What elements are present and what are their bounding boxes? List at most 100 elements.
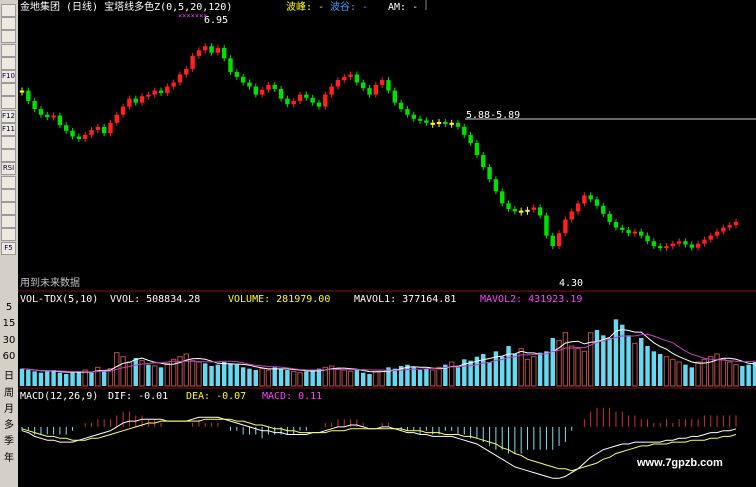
volume-bar — [411, 367, 416, 386]
candle-body — [221, 47, 227, 59]
candle-body — [253, 86, 258, 95]
volume-bar — [285, 370, 290, 386]
period-2[interactable]: 30 — [1, 335, 17, 346]
candle-body — [19, 90, 25, 93]
volume-bar — [64, 374, 69, 386]
period-7[interactable]: 多 — [1, 416, 17, 431]
candle-body — [127, 98, 132, 107]
refresh-icon[interactable] — [1, 202, 16, 215]
candle-body — [443, 121, 448, 124]
candle-body — [569, 211, 574, 220]
candle-body — [392, 90, 398, 103]
volume-bar — [76, 371, 82, 386]
candle-body — [607, 213, 612, 222]
period-4[interactable]: 日 — [1, 367, 17, 382]
candle-body — [645, 235, 650, 242]
volume-bar — [657, 354, 663, 386]
candle-body — [304, 94, 309, 98]
candle-body — [259, 89, 265, 95]
indicator-icon[interactable] — [1, 149, 16, 163]
period-3[interactable]: 60 — [1, 351, 17, 362]
candle-body — [695, 243, 701, 248]
period-1[interactable]: 15 — [1, 318, 17, 329]
volume-bar — [639, 338, 644, 386]
pencil-icon[interactable] — [1, 215, 16, 229]
ma-icon[interactable] — [1, 83, 16, 97]
candle-body — [721, 227, 726, 232]
navigate-icon[interactable] — [1, 188, 16, 202]
candle-body — [45, 114, 50, 118]
volume-bar — [481, 354, 486, 386]
period-9[interactable]: 年 — [1, 449, 17, 464]
volume-bar — [240, 367, 246, 386]
candle-body — [348, 74, 353, 77]
dea-value: DEA: -0.07 — [186, 391, 246, 402]
period-0[interactable]: 5 — [1, 302, 17, 313]
zoom-icon[interactable] — [1, 136, 16, 149]
candle-body — [708, 235, 713, 240]
candle-body — [683, 241, 688, 245]
mavol2-value: MAVOL2: 431923.19 — [480, 294, 582, 305]
candle-body — [215, 47, 221, 53]
volume-bar — [689, 367, 694, 386]
left-toolbar: F10 F12 F11 RSI F5 5 15 30 60 日周月多季年 — [0, 0, 19, 487]
window-icon[interactable] — [1, 56, 16, 70]
candle-body — [64, 125, 69, 131]
f12-icon[interactable]: F12 — [1, 109, 16, 123]
candle-body — [101, 126, 107, 134]
candle-body — [601, 205, 606, 214]
volume-bar — [89, 372, 94, 386]
up-trend-icon[interactable] — [1, 96, 16, 110]
grid-icon[interactable] — [1, 43, 16, 57]
candle-body — [285, 98, 290, 105]
future-data-label: 用到未来数据 — [20, 276, 80, 289]
bar-chart-icon[interactable] — [1, 30, 16, 44]
volume-bar — [740, 366, 745, 386]
candle-body — [228, 58, 233, 73]
rsi-icon[interactable]: RSI — [1, 162, 16, 176]
candle-body — [575, 203, 581, 212]
volume-bar — [512, 354, 518, 386]
volume-bar — [32, 371, 37, 386]
candle-body — [95, 126, 101, 131]
volume-bar — [272, 367, 277, 386]
candle-body — [203, 46, 208, 51]
candle-body — [234, 72, 240, 77]
candle-body — [455, 122, 461, 127]
period-5[interactable]: 周 — [1, 384, 17, 399]
volume-bar — [209, 366, 214, 386]
box-icon[interactable] — [1, 228, 16, 242]
macd-indicator-name: MACD(12,26,9) — [20, 391, 98, 402]
f10-icon[interactable]: F10 — [1, 70, 16, 83]
f11-icon[interactable]: F11 — [1, 122, 16, 136]
candle-body — [651, 241, 657, 247]
volume-bar — [354, 370, 360, 386]
candle-body — [689, 244, 694, 248]
volume-bar — [45, 371, 50, 386]
candle-body — [26, 90, 31, 102]
candle-body — [266, 84, 271, 90]
volume-bar — [746, 364, 751, 386]
volume-bar — [392, 368, 398, 386]
volume-bar — [57, 372, 63, 386]
candle — [544, 212, 549, 239]
volume-bar — [221, 362, 227, 386]
stop-icon[interactable] — [1, 175, 16, 189]
volume-bar — [19, 368, 25, 386]
f5-icon[interactable]: F5 — [1, 241, 16, 255]
candle-body — [398, 102, 404, 110]
volume-bar — [26, 370, 31, 386]
line-chart-icon[interactable] — [1, 17, 16, 31]
candle-body — [342, 76, 347, 81]
period-6[interactable]: 月 — [1, 400, 17, 415]
period-8[interactable]: 季 — [1, 432, 17, 447]
candle-body — [354, 74, 360, 83]
volume-value: VOLUME: 281979.00 — [228, 294, 330, 305]
candle-body — [417, 118, 423, 121]
candle-body — [537, 207, 543, 216]
candle-body — [177, 74, 183, 83]
candle-body — [386, 80, 391, 91]
candle-body — [462, 126, 467, 135]
home-icon[interactable] — [1, 4, 16, 17]
volume-bar — [310, 370, 315, 386]
